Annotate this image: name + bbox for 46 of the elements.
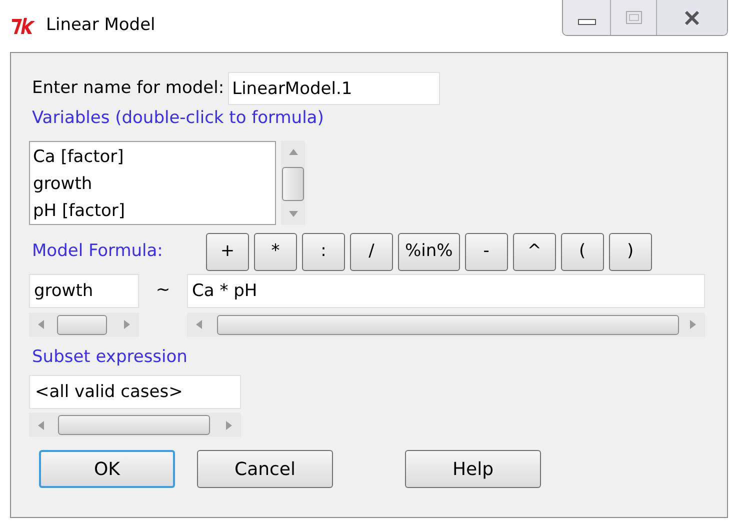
operator-button[interactable]: / — [350, 232, 393, 270]
right-arrow-icon[interactable] — [226, 420, 232, 430]
subset-field[interactable]: <all valid cases> — [29, 375, 241, 409]
dialog-button[interactable]: Cancel — [197, 450, 333, 488]
left-arrow-icon[interactable] — [38, 320, 44, 329]
scrollbar-thumb[interactable] — [57, 314, 107, 334]
left-arrow-icon[interactable] — [38, 420, 44, 430]
operator-button[interactable]: ) — [608, 232, 652, 270]
operator-button[interactable]: ^ — [512, 232, 556, 270]
close-button[interactable] — [657, 0, 727, 35]
right-arrow-icon[interactable] — [690, 320, 696, 329]
operator-button[interactable]: : — [302, 232, 345, 270]
horizontal-scrollbar[interactable] — [29, 413, 241, 437]
app-logo-icon — [10, 16, 36, 36]
up-arrow-icon[interactable] — [288, 148, 298, 154]
operator-button[interactable]: ( — [560, 232, 604, 270]
scrollbar-thumb[interactable] — [58, 415, 210, 435]
dialog-button[interactable]: OK — [39, 450, 175, 488]
response-field[interactable]: growth — [29, 274, 139, 308]
operator-button[interactable]: %in% — [398, 232, 460, 270]
variables-list[interactable]: Ca [factor] growth pH [factor] — [29, 140, 276, 224]
variable-item[interactable]: pH [factor] — [33, 198, 275, 224]
vertical-scrollbar[interactable] — [281, 140, 305, 224]
formula-label: Model Formula: — [32, 240, 164, 263]
down-arrow-icon[interactable] — [288, 210, 298, 216]
subset-label: Subset expression — [32, 346, 188, 368]
model-name-field[interactable]: LinearModel.1 — [228, 72, 440, 105]
operator-button[interactable]: + — [206, 232, 249, 270]
dialog-button[interactable]: Help — [405, 450, 541, 488]
variable-item[interactable]: growth — [33, 170, 275, 198]
right-arrow-icon[interactable] — [124, 320, 130, 329]
formula-field[interactable]: Ca * pH — [187, 274, 705, 308]
variables-label: Variables (double-click to formula) — [32, 107, 325, 130]
scrollbar-thumb[interactable] — [282, 166, 304, 200]
horizontal-scrollbar[interactable] — [29, 312, 139, 336]
minimize-button[interactable] — [563, 0, 611, 35]
left-arrow-icon[interactable] — [196, 320, 202, 329]
operator-button[interactable]: * — [254, 232, 297, 270]
horizontal-scrollbar[interactable] — [187, 312, 705, 336]
variable-item[interactable]: Ca [factor] — [33, 144, 275, 170]
close-icon — [684, 10, 700, 24]
name-label: Enter name for model: — [32, 76, 224, 100]
operator-button[interactable]: - — [464, 232, 508, 270]
window-title: Linear Model — [46, 14, 156, 38]
tilde-symbol: ~ — [154, 278, 172, 302]
scrollbar-thumb[interactable] — [217, 314, 679, 334]
